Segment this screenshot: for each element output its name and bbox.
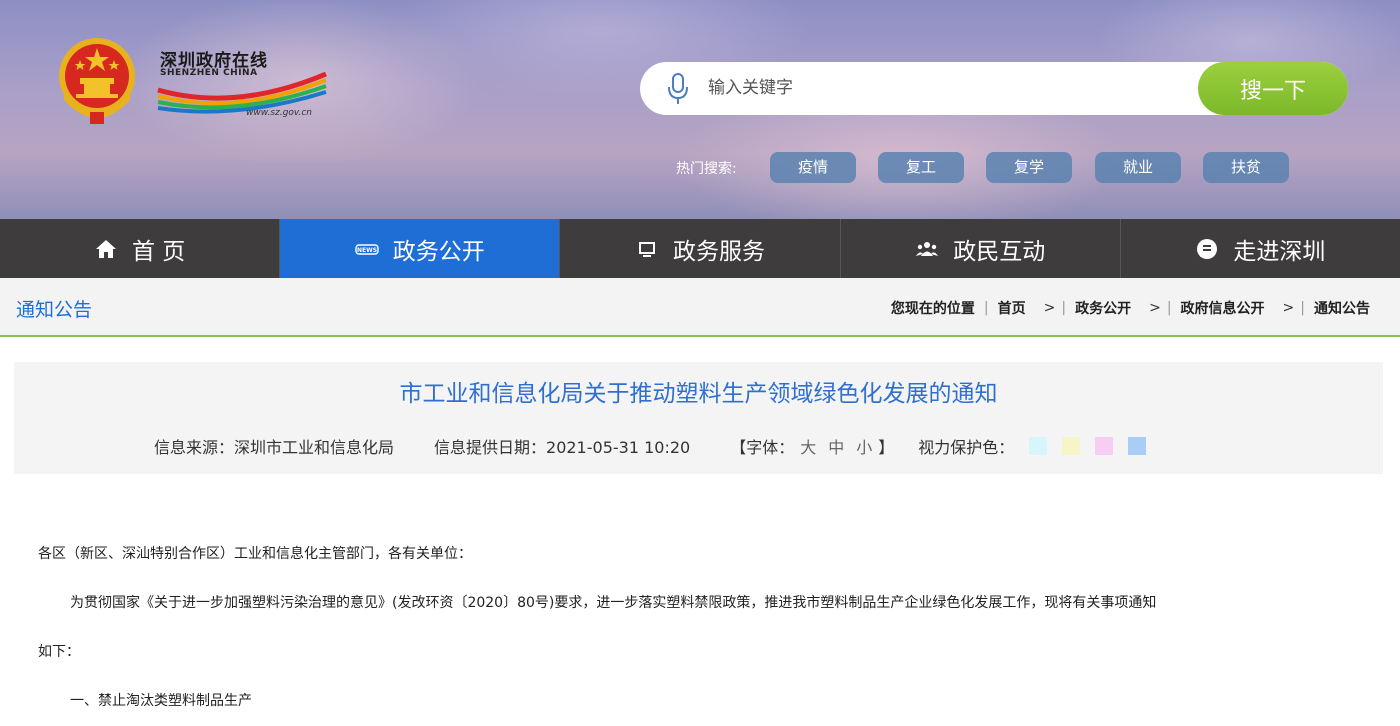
nav-item-label: 政民互动 <box>953 238 1046 265</box>
hot-search-label: 热门搜索: <box>676 161 737 177</box>
article-header: 市工业和信息化局关于推动塑料生产领域绿色化发展的通知 信息来源：深圳市工业和信息… <box>14 362 1383 474</box>
nav-item-interaction[interactable]: 政民互动 <box>841 219 1121 278</box>
hot-tag-resume-work[interactable]: 复工 <box>878 152 964 183</box>
breadcrumb-home[interactable]: 首页 <box>998 298 1026 318</box>
hot-tag-poverty-alleviation[interactable]: 扶贫 <box>1203 152 1289 183</box>
nav-item-label: 政务服务 <box>673 238 765 265</box>
breadcrumb: 您现在的位置 | 首页 > | 政务公开 > | 政府信息公开 > | 通知公告 <box>891 298 1370 318</box>
breadcrumb-bar: 通知公告 您现在的位置 | 首页 > | 政务公开 > | 政府信息公开 > | 通知… <box>0 278 1400 337</box>
breadcrumb-divider: | <box>983 300 989 316</box>
breadcrumb-divider: | <box>1166 300 1172 316</box>
microphone-icon[interactable] <box>664 72 692 106</box>
breadcrumb-arrow: > <box>1282 300 1295 316</box>
eye-color-blue[interactable] <box>1128 437 1147 455</box>
breadcrumb-gov-affairs[interactable]: 政务公开 <box>1075 298 1131 318</box>
paragraph: 一、禁止淘汰类塑料制品生产 <box>70 693 252 709</box>
info-bubble-icon <box>1197 238 1218 259</box>
search-button[interactable]: 搜一下 <box>1198 62 1348 115</box>
nav-item-about-shenzhen[interactable]: 走进深圳 <box>1121 219 1400 278</box>
breadcrumb-prefix: 您现在的位置 <box>890 301 975 317</box>
font-size-close: 】 <box>878 438 895 457</box>
main-nav: 首 页 NEWS 政务公开 政务服务 政民互动 走进深圳 <box>0 219 1400 278</box>
breadcrumb-divider: | <box>1300 300 1305 316</box>
nav-item-label: 政务公开 <box>392 238 485 265</box>
hot-tag-epidemic[interactable]: 疫情 <box>770 152 856 183</box>
national-emblem-icon[interactable] <box>56 32 138 126</box>
font-size-large[interactable]: 大 <box>800 434 816 458</box>
article-source: 信息来源：深圳市工业和信息化局 <box>154 438 395 457</box>
eye-color-cyan[interactable] <box>1029 437 1048 455</box>
eye-color-yellow[interactable] <box>1062 437 1081 455</box>
article-body: 各区（新区、深汕特别合作区）工业和信息化主管部门，各有关单位： 为贯彻国家《关于… <box>38 530 1358 726</box>
font-size-open: 【字体： <box>730 438 795 457</box>
eye-care-label: 视力保护色： <box>918 438 1015 457</box>
nav-item-gov-services[interactable]: 政务服务 <box>560 219 841 278</box>
article-title: 市工业和信息化局关于推动塑料生产领域绿色化发展的通知 <box>399 381 998 407</box>
nav-item-label: 首 页 <box>131 238 186 265</box>
nav-item-gov-affairs[interactable]: NEWS 政务公开 <box>280 219 561 278</box>
monitor-icon <box>639 241 655 257</box>
article-meta: 信息来源：深圳市工业和信息化局 信息提供日期：2021-05-31 10:20 … <box>154 434 1147 458</box>
nav-item-label: 走进深圳 <box>1233 238 1326 265</box>
news-icon: NEWS <box>355 243 379 255</box>
breadcrumb-notices[interactable]: 通知公告 <box>1314 298 1370 318</box>
section-title[interactable]: 通知公告 <box>16 295 92 322</box>
nav-item-home[interactable]: 首 页 <box>0 219 281 278</box>
users-icon <box>916 241 939 256</box>
breadcrumb-divider: | <box>1061 300 1067 316</box>
breadcrumb-gov-info[interactable]: 政府信息公开 <box>1181 298 1265 318</box>
home-icon <box>95 239 116 258</box>
shenzhen-logo[interactable]: 深圳政府在线 SHENZHEN CHINA www.sz.gov.cn <box>156 42 328 122</box>
paragraph: 如下： <box>38 644 80 660</box>
site-header: 深圳政府在线 SHENZHEN CHINA www.sz.gov.cn 搜一下 … <box>0 0 1400 219</box>
breadcrumb-arrow: > <box>1149 300 1161 316</box>
font-size-small[interactable]: 小 <box>856 434 872 458</box>
hot-tag-resume-school[interactable]: 复学 <box>986 152 1072 183</box>
eye-color-pink[interactable] <box>1095 437 1114 455</box>
article-date: 信息提供日期：2021-05-31 10:20 <box>434 438 691 457</box>
font-size-medium[interactable]: 中 <box>828 434 844 458</box>
paragraph: 为贯彻国家《关于进一步加强塑料污染治理的意见》(发改环资〔2020〕80号)要求… <box>70 595 1157 611</box>
breadcrumb-arrow: > <box>1043 300 1056 316</box>
search-input[interactable] <box>708 70 1178 106</box>
hot-tag-employment[interactable]: 就业 <box>1095 152 1181 183</box>
svg-text:NEWS: NEWS <box>357 247 377 254</box>
logo-url: www.sz.gov.cn <box>246 108 312 118</box>
paragraph: 各区（新区、深汕特别合作区）工业和信息化主管部门，各有关单位： <box>38 546 472 562</box>
